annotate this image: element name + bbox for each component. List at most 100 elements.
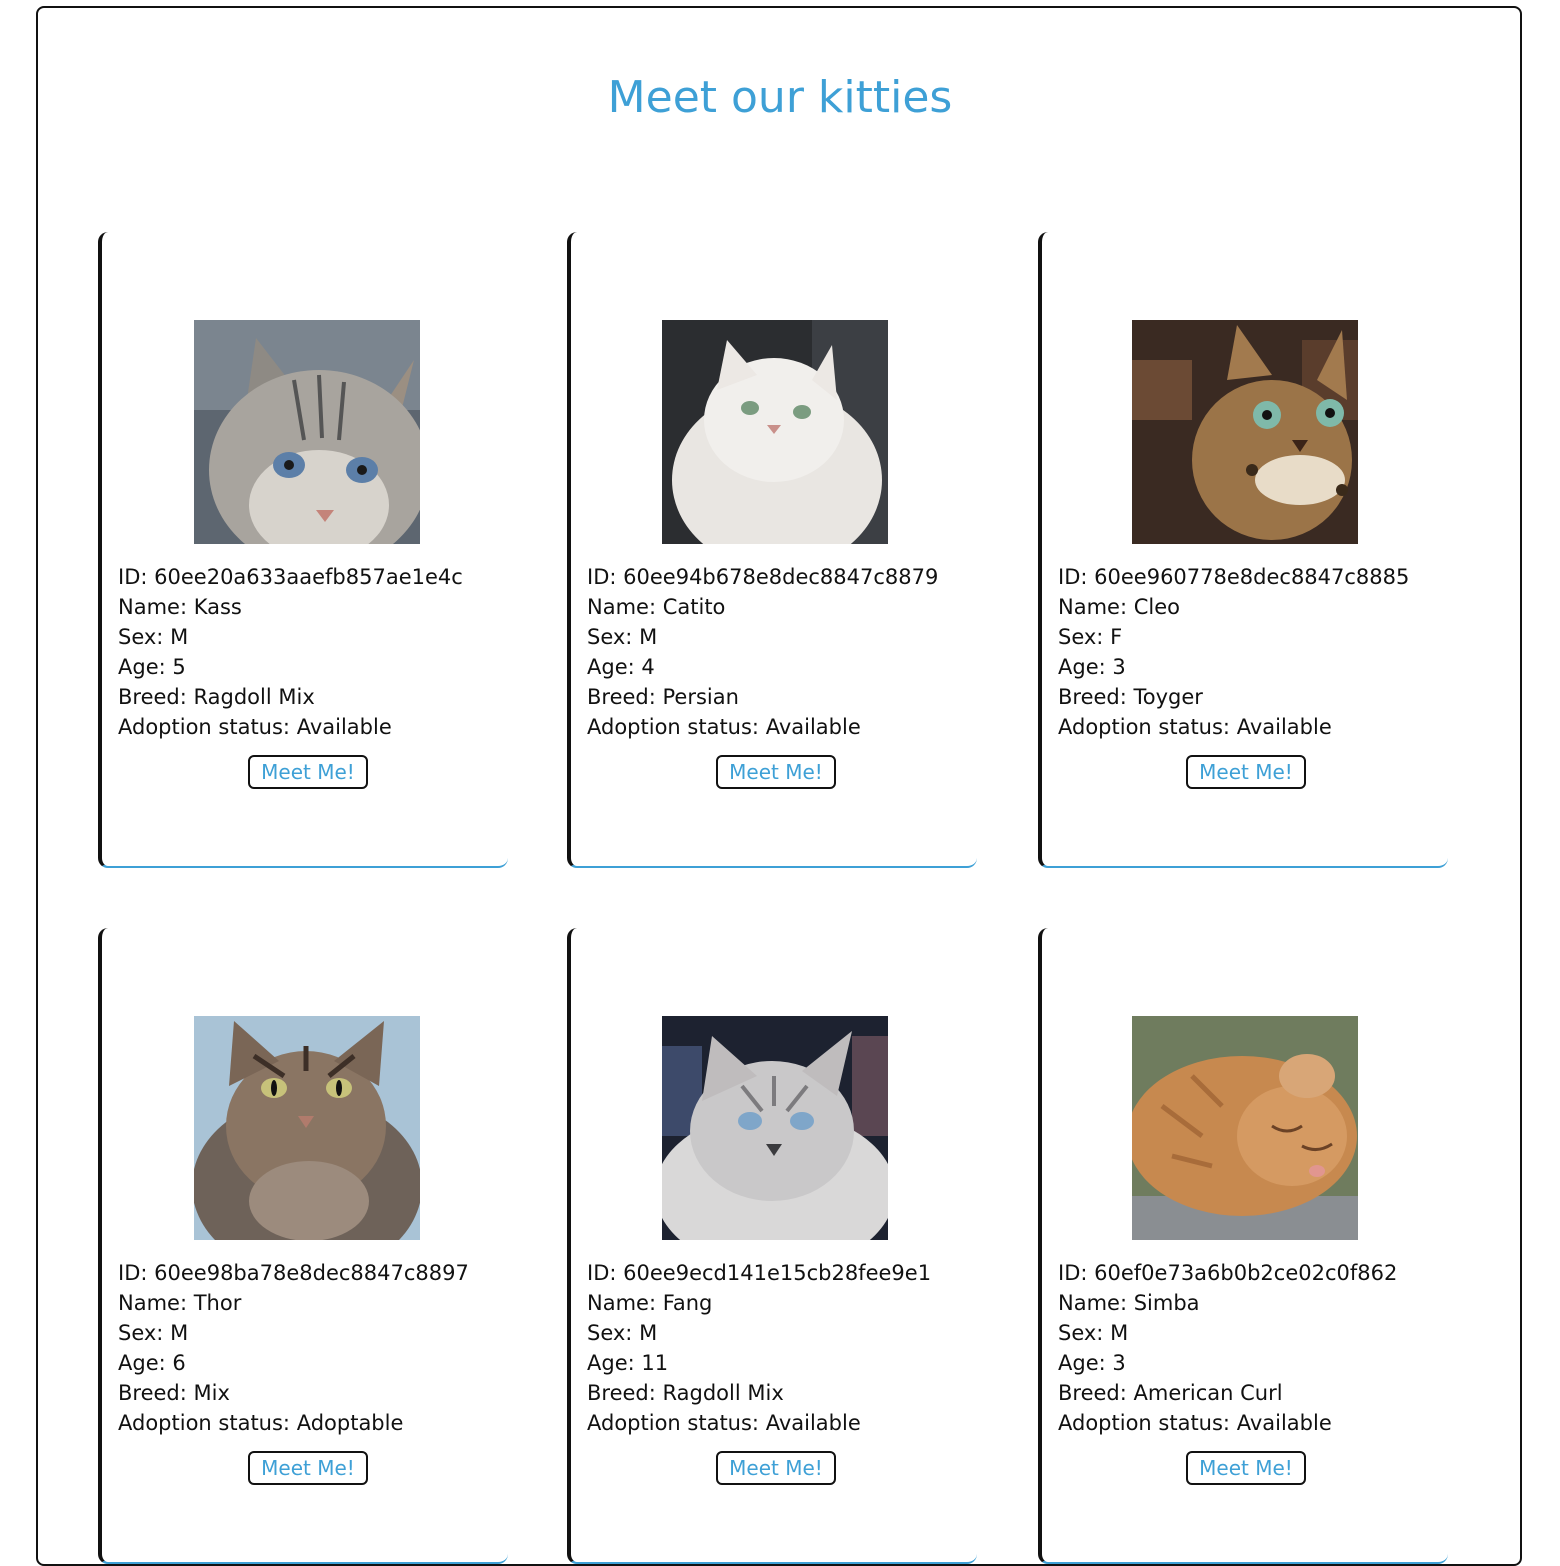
cat-name-value: Simba [1133, 1291, 1200, 1315]
cat-name-value: Kass [193, 595, 242, 619]
cat-status-row: Adoption status: Adoptable [118, 1408, 469, 1438]
cat-photo [1132, 320, 1358, 544]
cat-info: ID: 60ee94b678e8dec8847c8879 Name: Catit… [587, 562, 938, 742]
cat-name-row: Name: Kass [118, 592, 463, 622]
cat-name-label: Name: [118, 1291, 188, 1315]
cat-photo [662, 1016, 888, 1240]
cat-age-value: 5 [172, 655, 186, 679]
cat-breed-row: Breed: Mix [118, 1378, 469, 1408]
cat-breed-row: Breed: American Curl [1058, 1378, 1397, 1408]
cat-breed-label: Breed: [587, 685, 656, 709]
cat-sex-value: F [1110, 625, 1123, 649]
cat-name-label: Name: [1058, 1291, 1128, 1315]
cat-id-label: ID: [118, 1261, 148, 1285]
cat-sex-label: Sex: [118, 625, 164, 649]
cat-id-value: 60ee94b678e8dec8847c8879 [623, 565, 939, 589]
cat-photo [662, 320, 888, 544]
cat-age-label: Age: [587, 655, 635, 679]
cat-breed-value: Ragdoll Mix [193, 685, 315, 709]
cat-sex-value: M [639, 1321, 658, 1345]
cat-name-row: Name: Thor [118, 1288, 469, 1318]
page-title: Meet our kitties [607, 72, 953, 123]
cat-age-row: Age: 3 [1058, 652, 1409, 682]
cat-name-row: Name: Fang [587, 1288, 931, 1318]
cat-age-label: Age: [118, 1351, 166, 1375]
cat-id-row: ID: 60ee98ba78e8dec8847c8897 [118, 1258, 469, 1288]
cat-info: ID: 60ee960778e8dec8847c8885 Name: Cleo … [1058, 562, 1409, 742]
cat-age-row: Age: 4 [587, 652, 938, 682]
cat-age-row: Age: 5 [118, 652, 463, 682]
cat-name-value: Thor [193, 1291, 242, 1315]
cat-status-row: Adoption status: Available [587, 1408, 931, 1438]
cat-age-label: Age: [587, 1351, 635, 1375]
cat-breed-value: Mix [193, 1381, 230, 1405]
cat-card: ID: 60ee98ba78e8dec8847c8897 Name: Thor … [98, 928, 508, 1564]
cat-age-value: 4 [641, 655, 655, 679]
cat-age-row: Age: 3 [1058, 1348, 1397, 1378]
meet-me-button[interactable]: Meet Me! [248, 1451, 368, 1485]
cat-status-row: Adoption status: Available [118, 712, 463, 742]
cat-name-value: Cleo [1133, 595, 1180, 619]
cat-status-label: Adoption status: [118, 1411, 291, 1435]
cat-id-label: ID: [587, 1261, 617, 1285]
meet-me-button[interactable]: Meet Me! [1186, 755, 1306, 789]
cat-info: ID: 60ee9ecd141e15cb28fee9e1 Name: Fang … [587, 1258, 931, 1438]
cat-status-value: Available [765, 715, 861, 739]
meet-me-button[interactable]: Meet Me! [716, 755, 836, 789]
cat-sex-label: Sex: [1058, 625, 1104, 649]
cat-status-value: Adoptable [296, 1411, 404, 1435]
cat-name-row: Name: Simba [1058, 1288, 1397, 1318]
cat-photo [1132, 1016, 1358, 1240]
cat-card: ID: 60ee960778e8dec8847c8885 Name: Cleo … [1038, 232, 1448, 868]
cat-id-label: ID: [118, 565, 148, 589]
cat-sex-row: Sex: M [587, 1318, 931, 1348]
cat-breed-row: Breed: Ragdoll Mix [587, 1378, 931, 1408]
cat-status-label: Adoption status: [1058, 715, 1231, 739]
cat-age-value: 3 [1112, 655, 1126, 679]
cat-status-row: Adoption status: Available [1058, 712, 1409, 742]
cat-sex-label: Sex: [1058, 1321, 1104, 1345]
cat-sex-row: Sex: F [1058, 622, 1409, 652]
cat-status-row: Adoption status: Available [1058, 1408, 1397, 1438]
cat-id-value: 60ef0e73a6b0b2ce02c0f862 [1094, 1261, 1398, 1285]
cat-breed-label: Breed: [118, 685, 187, 709]
cat-id-row: ID: 60ee20a633aaefb857ae1e4c [118, 562, 463, 592]
cat-sex-value: M [1110, 1321, 1129, 1345]
cat-photo [194, 1016, 420, 1240]
cat-id-value: 60ee20a633aaefb857ae1e4c [154, 565, 463, 589]
cat-age-value: 6 [172, 1351, 186, 1375]
cat-breed-value: Persian [662, 685, 739, 709]
cat-age-label: Age: [1058, 1351, 1106, 1375]
cat-age-label: Age: [1058, 655, 1106, 679]
cat-name-row: Name: Catito [587, 592, 938, 622]
cat-status-row: Adoption status: Available [587, 712, 938, 742]
cat-name-label: Name: [1058, 595, 1128, 619]
cat-name-label: Name: [118, 595, 188, 619]
cat-id-value: 60ee9ecd141e15cb28fee9e1 [623, 1261, 932, 1285]
cat-status-label: Adoption status: [118, 715, 291, 739]
cat-card: ID: 60ee20a633aaefb857ae1e4c Name: Kass … [98, 232, 508, 868]
cat-name-row: Name: Cleo [1058, 592, 1409, 622]
cat-id-row: ID: 60ee94b678e8dec8847c8879 [587, 562, 938, 592]
cat-id-label: ID: [1058, 1261, 1088, 1285]
cat-sex-label: Sex: [587, 625, 633, 649]
cat-name-label: Name: [587, 1291, 657, 1315]
cat-sex-value: M [170, 1321, 189, 1345]
cat-info: ID: 60ee98ba78e8dec8847c8897 Name: Thor … [118, 1258, 469, 1438]
cat-sex-row: Sex: M [118, 622, 463, 652]
cat-breed-row: Breed: Persian [587, 682, 938, 712]
cat-sex-label: Sex: [118, 1321, 164, 1345]
cat-breed-value: Ragdoll Mix [662, 1381, 784, 1405]
cat-age-row: Age: 6 [118, 1348, 469, 1378]
meet-me-button[interactable]: Meet Me! [248, 755, 368, 789]
cat-id-label: ID: [587, 565, 617, 589]
cat-sex-value: M [639, 625, 658, 649]
meet-me-button[interactable]: Meet Me! [1186, 1451, 1306, 1485]
cat-breed-label: Breed: [1058, 1381, 1127, 1405]
cat-card: ID: 60ee9ecd141e15cb28fee9e1 Name: Fang … [567, 928, 977, 1564]
cat-sex-value: M [170, 625, 189, 649]
cat-status-value: Available [1236, 1411, 1332, 1435]
meet-me-button[interactable]: Meet Me! [716, 1451, 836, 1485]
cat-sex-row: Sex: M [1058, 1318, 1397, 1348]
cat-status-value: Available [765, 1411, 861, 1435]
